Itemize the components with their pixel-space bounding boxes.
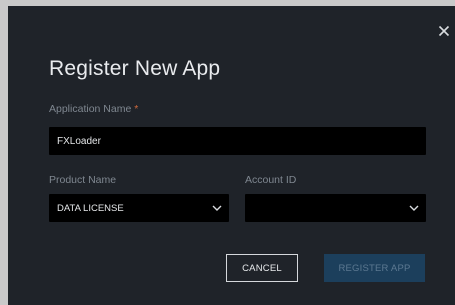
dialog-title: Register New App [49,57,221,80]
register-app-button[interactable]: REGISTER APP [324,254,425,282]
application-name-input[interactable]: FXLoader [49,127,426,155]
close-icon[interactable] [437,24,451,38]
required-asterisk: * [134,103,139,115]
product-name-selected-value: DATA LICENSE [57,202,124,214]
account-id-select[interactable] [245,194,426,222]
account-id-label: Account ID [245,174,297,186]
product-name-select[interactable]: DATA LICENSE [49,194,229,222]
register-app-dialog: Register New App Application Name * FXLo… [8,6,455,305]
chevron-down-icon [212,205,222,211]
cancel-button[interactable]: CANCEL [226,254,298,282]
application-name-label: Application Name * [49,103,138,115]
application-name-label-text: Application Name [49,103,132,115]
product-name-label: Product Name [49,174,117,186]
chevron-down-icon [409,205,419,211]
application-name-value: FXLoader [57,135,101,147]
